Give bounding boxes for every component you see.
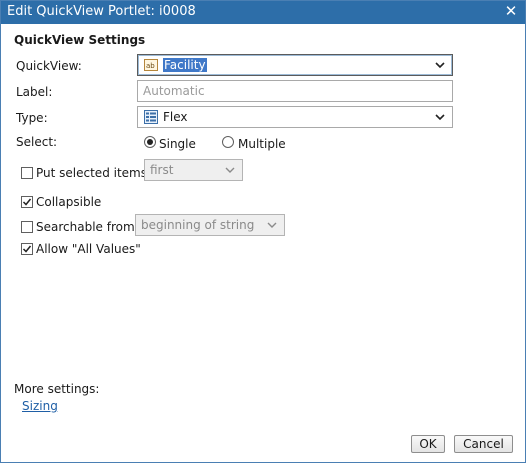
type-value: Flex xyxy=(163,110,188,124)
chevron-down-icon[interactable] xyxy=(267,221,277,229)
searchable-checkbox[interactable] xyxy=(21,221,33,233)
chevron-down-icon[interactable] xyxy=(435,113,445,121)
searchable-mode-value: beginning of string xyxy=(141,218,255,232)
edit-quickview-dialog: Edit QuickView Portlet: i0008 ✕ QuickVie… xyxy=(0,0,526,463)
flex-list-icon xyxy=(144,110,158,124)
chevron-down-icon[interactable] xyxy=(435,61,445,69)
type-select[interactable]: Flex xyxy=(137,106,453,128)
section-title: QuickView Settings xyxy=(14,33,146,47)
allow-all-values-label: Allow "All Values" xyxy=(36,242,141,256)
searchable-mode-select[interactable]: beginning of string xyxy=(135,214,285,236)
dialog-titlebar[interactable]: Edit QuickView Portlet: i0008 ✕ xyxy=(1,1,525,24)
type-label: Type: xyxy=(16,111,48,125)
quickview-select[interactable]: ab Facility xyxy=(137,54,453,76)
collapsible-checkbox[interactable] xyxy=(21,196,33,208)
radio-single-label[interactable]: Single xyxy=(159,137,196,151)
quickview-label: QuickView: xyxy=(16,59,82,73)
select-label: Select: xyxy=(16,135,58,149)
dialog-title: Edit QuickView Portlet: i0008 xyxy=(7,4,196,19)
chevron-down-icon[interactable] xyxy=(225,166,235,174)
put-selected-label: Put selected items xyxy=(36,166,147,180)
put-selected-position-select[interactable]: first xyxy=(144,159,243,181)
quickview-value: Facility xyxy=(163,58,207,72)
put-selected-position-value: first xyxy=(150,163,174,177)
text-field-icon: ab xyxy=(144,59,158,71)
check-icon xyxy=(22,245,32,253)
put-selected-checkbox[interactable] xyxy=(21,167,33,179)
close-icon[interactable]: ✕ xyxy=(503,3,519,19)
radio-multiple-label[interactable]: Multiple xyxy=(238,137,286,151)
label-placeholder: Automatic xyxy=(143,84,205,98)
svg-text:ab: ab xyxy=(146,62,155,70)
label-field-label: Label: xyxy=(16,85,53,99)
radio-multiple[interactable] xyxy=(222,136,234,148)
sizing-link[interactable]: Sizing xyxy=(22,399,58,413)
radio-single[interactable] xyxy=(144,136,156,148)
collapsible-label: Collapsible xyxy=(36,195,102,209)
check-icon xyxy=(22,198,32,206)
label-input[interactable]: Automatic xyxy=(137,80,453,102)
cancel-button[interactable]: Cancel xyxy=(454,435,513,453)
allow-all-values-checkbox[interactable] xyxy=(21,243,33,255)
ok-button[interactable]: OK xyxy=(411,435,445,453)
more-settings-label: More settings: xyxy=(14,382,100,396)
searchable-label: Searchable from xyxy=(36,220,135,234)
